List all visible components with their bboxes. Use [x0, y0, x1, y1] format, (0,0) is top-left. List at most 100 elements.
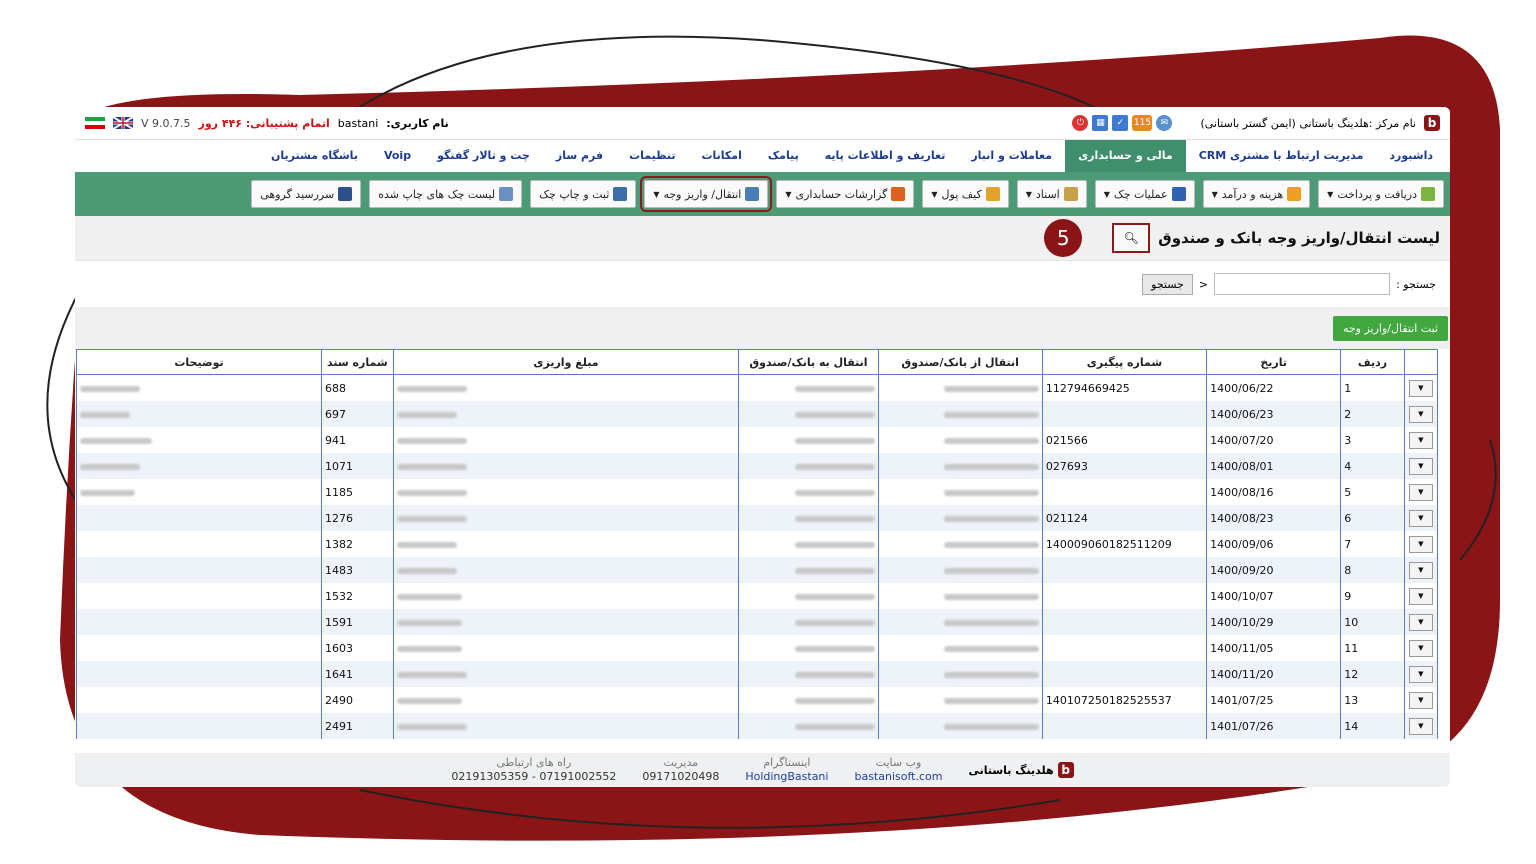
table-row[interactable]: ▼ 9 1400/10/07 1532 [75, 583, 1439, 609]
toolbar-button[interactable]: دریافت و پرداخت ▼ [1318, 180, 1444, 208]
toolbar-button[interactable]: گزارشات حسابداری ▼ [776, 180, 915, 208]
center-name: نام مرکز :هلدینگ باستانی (ایمن گستر باست… [1200, 116, 1416, 130]
toolbar-button[interactable]: انتقال/ واریز وجه ▼ [640, 176, 773, 212]
row-action-cell: ▼ [1403, 557, 1439, 583]
menu-item[interactable]: تنظیمات [616, 140, 688, 172]
amount-cell [392, 713, 740, 739]
print-check-icon [613, 187, 628, 201]
menu-item[interactable]: تعاریف و اطلاعات پایه [812, 140, 959, 172]
column-header[interactable]: شماره سند [321, 349, 394, 375]
toolbar-button[interactable]: اسناد ▼ [1016, 180, 1087, 208]
power-icon[interactable]: ⏻ [1072, 115, 1089, 131]
row-menu-button[interactable]: ▼ [1408, 639, 1433, 657]
search-input[interactable] [1214, 273, 1391, 295]
toolbar-button-label: کیف پول [941, 187, 982, 201]
column-header[interactable]: تاریخ [1206, 349, 1342, 375]
toolbar-button[interactable]: عملیات چک ▼ [1094, 180, 1195, 208]
menu-item[interactable]: مدیریت ارتباط با مشتری CRM [1186, 140, 1377, 172]
table-row[interactable]: ▼ 10 1400/10/29 1591 [75, 609, 1439, 635]
column-header[interactable]: ردیف [1340, 349, 1405, 375]
calendar-icon[interactable]: ▦ [1092, 115, 1109, 131]
menu-item[interactable]: پیامک [755, 140, 812, 172]
row-menu-button[interactable]: ▼ [1408, 431, 1433, 449]
table-row[interactable]: ▼ 5 1400/08/16 1185 [75, 479, 1439, 505]
table-row[interactable]: ▼ 12 1400/11/20 1641 [75, 661, 1439, 687]
row-menu-button[interactable]: ▼ [1408, 613, 1433, 631]
tracking-cell [1041, 479, 1208, 505]
row-menu-button[interactable]: ▼ [1408, 561, 1433, 579]
row-number-cell: 6 [1340, 505, 1405, 531]
menu-item[interactable]: امکانات [688, 140, 754, 172]
table-row[interactable]: ▼ 6 1400/08/23 021124 1276 [75, 505, 1439, 531]
add-transfer-button[interactable]: ثبت انتقال/واریز وجه [1332, 315, 1448, 341]
row-menu-button[interactable]: ▼ [1408, 405, 1433, 423]
column-header[interactable]: توضیحات [75, 349, 323, 375]
tracking-cell: 140009060182511209 [1041, 531, 1208, 557]
row-menu-button[interactable]: ▼ [1408, 483, 1433, 501]
menu-item[interactable]: Voip [371, 140, 424, 172]
row-menu-button[interactable]: ▼ [1408, 665, 1433, 683]
table-row[interactable]: ▼ 13 1401/07/25 140107250182525537 2490 [75, 687, 1439, 713]
menu-item[interactable]: باشگاه مشتریان [258, 140, 371, 172]
row-number-cell: 14 [1340, 713, 1405, 739]
row-action-cell: ▼ [1403, 635, 1439, 661]
column-header[interactable]: شماره پیگیری [1041, 349, 1208, 375]
toolbar-button[interactable]: کیف پول ▼ [922, 180, 1009, 208]
redacted-text [396, 697, 462, 704]
row-menu-button[interactable]: ▼ [1408, 691, 1433, 709]
chevron-down-icon: ▼ [931, 189, 938, 199]
task-icon[interactable]: ✓ [1112, 115, 1129, 131]
redacted-text [794, 593, 875, 600]
amount-cell [392, 635, 740, 661]
table-row[interactable]: ▼ 1 1400/06/22 112794669425 688 [75, 374, 1439, 401]
table-row[interactable]: ▼ 3 1400/07/20 021566 941 [75, 427, 1439, 453]
menu-item[interactable]: مالی و حسابداری [1065, 140, 1186, 172]
row-menu-button[interactable]: ▼ [1408, 509, 1433, 527]
description-cell [75, 427, 323, 453]
redacted-text [943, 567, 1039, 574]
redacted-text [943, 645, 1039, 652]
toolbar-button[interactable]: هزینه و درآمد ▼ [1202, 180, 1311, 208]
iran-flag-icon[interactable] [85, 117, 105, 129]
row-menu-button[interactable]: ▼ [1408, 717, 1433, 735]
instagram-link[interactable]: HoldingBastani [745, 770, 828, 784]
table-row[interactable]: ▼ 11 1400/11/05 1603 [75, 635, 1439, 661]
date-cell: 1400/07/20 [1206, 427, 1342, 453]
menu-item[interactable]: معاملات و انبار [958, 140, 1065, 172]
row-number-cell: 11 [1340, 635, 1405, 661]
amount-cell [392, 687, 740, 713]
column-header[interactable]: مبلغ واریزی [392, 349, 740, 375]
toolbar-button[interactable]: ثبت و چاپ چک [530, 180, 637, 208]
redacted-text [794, 437, 875, 444]
menu-item[interactable]: داشبورد [1376, 140, 1446, 172]
table-row[interactable]: ▼ 7 1400/09/06 140009060182511209 1382 [75, 531, 1439, 557]
search-toggle-button[interactable]: 🔍︎ [1112, 223, 1151, 253]
row-menu-button[interactable]: ▼ [1408, 535, 1433, 553]
toolbar-button[interactable]: سررسید گروهی [251, 180, 362, 208]
tracking-cell: 027693 [1041, 453, 1208, 479]
table-row[interactable]: ▼ 2 1400/06/23 697 [75, 401, 1439, 427]
column-header[interactable]: انتقال از بانک/صندوق [877, 349, 1043, 375]
row-menu-button[interactable]: ▼ [1408, 379, 1433, 397]
redacted-text [80, 437, 152, 444]
website-link[interactable]: bastanisoft.com [854, 770, 942, 784]
row-menu-button[interactable]: ▼ [1408, 587, 1433, 605]
table-row[interactable]: ▼ 8 1400/09/20 1483 [75, 557, 1439, 583]
table-row[interactable]: ▼ 14 1401/07/26 2491 [75, 713, 1439, 739]
menu-item[interactable]: چت و تالار گفتگو [424, 140, 543, 172]
date-cell: 1400/11/20 [1206, 661, 1342, 687]
row-number-cell: 10 [1340, 609, 1405, 635]
chat-icon[interactable]: ✉ [1156, 115, 1173, 131]
row-menu-button[interactable]: ▼ [1408, 457, 1433, 475]
column-header[interactable]: انتقال به بانک/صندوق [738, 349, 879, 375]
description-cell [75, 505, 323, 531]
notification-badge[interactable]: 115 [1132, 115, 1153, 131]
uk-flag-icon[interactable] [113, 117, 133, 129]
search-button[interactable]: جستجو [1142, 273, 1193, 295]
chevron-down-icon: ▼ [1327, 189, 1334, 199]
amount-cell [392, 557, 740, 583]
table-row[interactable]: ▼ 4 1400/08/01 027693 1071 [75, 453, 1439, 479]
toolbar-button[interactable]: لیست چک های چاپ شده [369, 180, 523, 208]
menu-item[interactable]: فرم ساز [543, 140, 616, 172]
wallet-icon [985, 187, 1000, 201]
